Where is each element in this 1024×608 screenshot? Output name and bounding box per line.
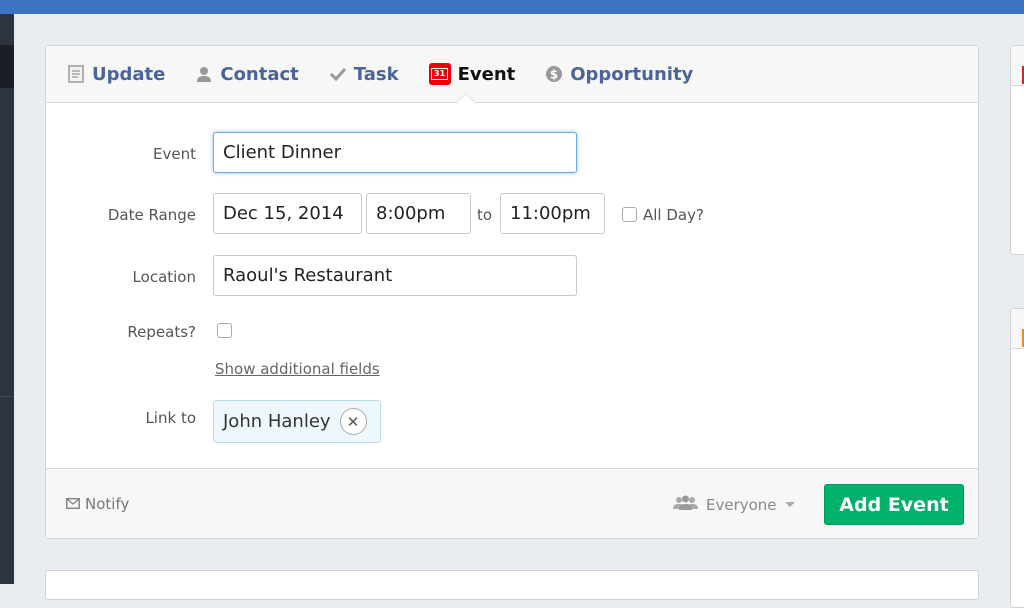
sidebar-active-item[interactable] [0,45,14,88]
linked-contact-chip: John Hanley ✕ [213,400,381,443]
top-bar [0,0,1024,14]
repeats-checkbox[interactable] [217,323,232,338]
caret-down-icon [784,502,795,507]
date-range-label: Date Range [107,206,196,224]
sidebar [0,14,14,584]
svg-text:$: $ [550,68,558,82]
tab-event[interactable]: 31 Event [428,63,516,85]
tab-bar: Update Contact Task 31 Event $ Opportunity [46,46,978,103]
divider [0,396,14,397]
tab-label: Opportunity [570,63,694,85]
composer-footer: Notify Everyone Add Event [46,468,978,538]
event-label: Event [153,145,196,163]
right-card [1010,45,1024,255]
location-input[interactable]: Raoul's Restaurant [213,255,577,296]
group-icon [673,495,698,514]
visibility-label: Everyone [706,495,777,514]
linked-contact-name: John Hanley [223,411,331,432]
start-date-input[interactable]: Dec 15, 2014 [213,193,362,234]
end-time-input[interactable]: 11:00pm [500,193,605,234]
event-name-input[interactable]: Client Dinner [213,132,577,173]
start-time-input[interactable]: 8:00pm [366,193,471,234]
tab-update[interactable]: Update [67,64,165,85]
tab-opportunity[interactable]: $ Opportunity [545,64,693,85]
tab-label: Task [353,63,399,85]
show-additional-fields-link[interactable]: Show additional fields [215,360,380,378]
right-card [1010,308,1024,608]
calendar-day: 31 [431,68,449,80]
to-label: to [477,206,493,224]
remove-icon[interactable]: ✕ [339,408,367,435]
tab-contact[interactable]: Contact [195,63,299,85]
location-label: Location [132,268,196,286]
tab-label: Event [457,63,516,85]
next-card [45,570,979,600]
link-to-label: Link to [145,409,196,427]
repeats-label: Repeats? [127,323,196,341]
active-tab-pointer [456,93,476,103]
tab-task[interactable]: Task [329,64,399,85]
all-day-label: All Day? [643,206,704,224]
add-event-button[interactable]: Add Event [824,484,964,525]
composer-card: Update Contact Task 31 Event $ Opportunity… [45,45,979,539]
document-icon [67,65,85,83]
dollar-coin-icon: $ [545,65,563,83]
notify-label: Notify [85,495,130,513]
person-icon [195,65,213,83]
checkmark-icon [329,65,347,83]
visibility-dropdown[interactable]: Everyone [673,495,795,514]
envelope-icon [66,495,80,513]
notify-button[interactable]: Notify [66,495,129,513]
calendar-icon: 31 [428,63,451,85]
tab-label: Contact [220,63,299,85]
tab-label: Update [92,63,166,85]
all-day-checkbox[interactable] [622,207,637,222]
